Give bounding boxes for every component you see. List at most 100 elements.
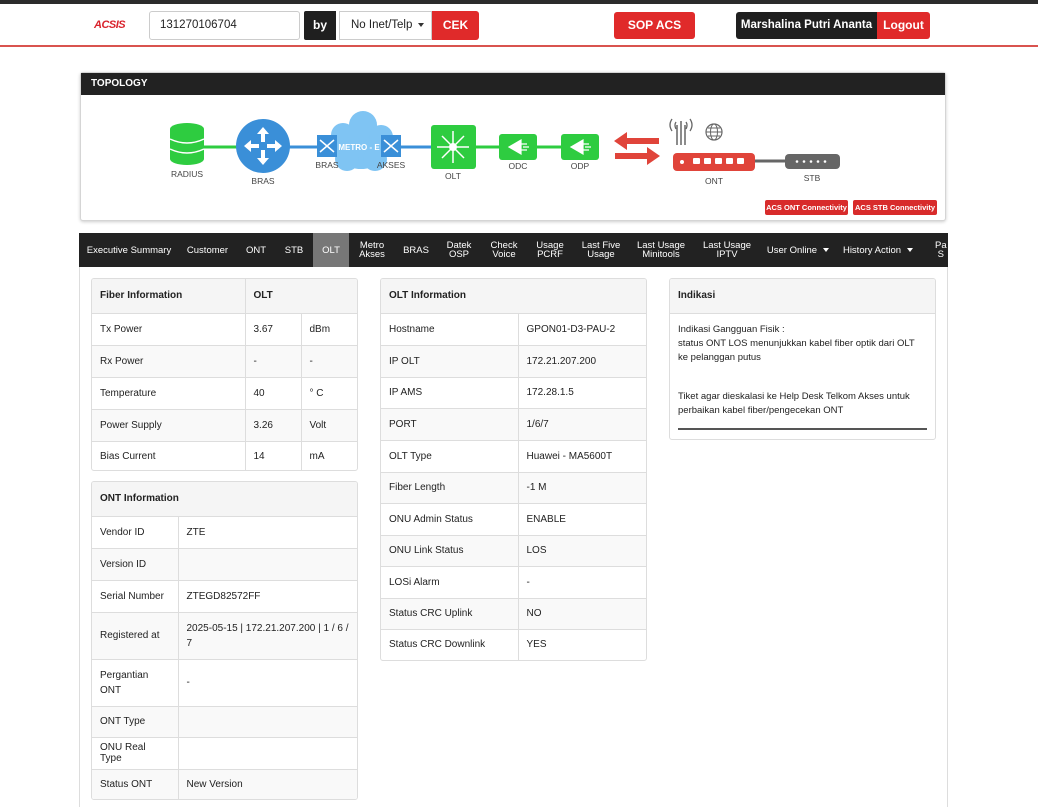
tab-usage-pcrf[interactable]: Usage PCRF [527, 233, 573, 267]
fiber-info-table: Fiber Information OLT Tx Power 3.67 dBm … [92, 279, 357, 470]
table-row: Version ID [92, 547, 357, 580]
tab-overflow[interactable]: Pa S [925, 233, 948, 267]
bidirectional-arrow-icon [614, 132, 660, 165]
table-row: Status CRC Downlink YES [381, 628, 646, 660]
fiber-label: Power Supply [92, 408, 245, 441]
tab-history-action[interactable]: History Action [835, 233, 921, 267]
tab-user-online[interactable]: User Online [761, 233, 835, 267]
olt-label: Hostname [389, 323, 435, 335]
acs-ont-connectivity-button[interactable]: ACS ONT Connectivity [765, 200, 848, 215]
table-row: IP AMS 172.28.1.5 [381, 376, 646, 408]
olt-value: 172.28.1.5 [517, 376, 646, 408]
fiber-unit: mA [300, 440, 357, 470]
odc-icon [499, 134, 537, 160]
olt-value: Huawei - MA5600T [517, 439, 646, 472]
fiber-unit: dBm [300, 312, 357, 345]
tab-last-usage-minitools[interactable]: Last Usage Minitools [629, 233, 693, 267]
olt-value: -1 M [517, 471, 646, 503]
odp-icon [561, 134, 599, 160]
router-icon [236, 119, 290, 173]
logout-button[interactable]: Logout [877, 12, 930, 39]
tab-stb[interactable]: STB [276, 233, 312, 267]
olt-label: LOSi Alarm [381, 565, 518, 598]
tab-bar: Executive Summary Customer ONT STB OLT M… [79, 233, 948, 267]
ont-label: ONU Real Type [92, 736, 178, 769]
radius-label: RADIUS [171, 169, 203, 179]
indikasi-body: Indikasi Gangguan Fisik : status ONT LOS… [670, 314, 935, 439]
olt-label: PORT [381, 407, 518, 440]
acs-stb-connectivity-button[interactable]: ACS STB Connectivity [853, 200, 937, 215]
ont-label: Status ONT [92, 768, 178, 799]
tab-last-usage-iptv[interactable]: Last Usage IPTV [693, 233, 761, 267]
search-mode-select[interactable]: No Inet/Telp [339, 11, 432, 40]
ont-label: ONT [705, 176, 723, 186]
fiber-info-header: Fiber Information [92, 279, 245, 313]
olt-label: Status CRC Downlink [381, 628, 518, 660]
table-row: Status CRC Uplink NO [381, 597, 646, 629]
indikasi-panel: Indikasi Indikasi Gangguan Fisik : statu… [669, 278, 936, 440]
fiber-value: 3.67 [244, 312, 301, 345]
olt-value: 172.21.207.200 [517, 344, 646, 377]
bras2-label: BRAS [315, 160, 338, 170]
olt-icon [431, 125, 476, 169]
topology-panel: TOPOLOGY RADIUS BRAS METRO - E BRAS AKSE… [80, 72, 946, 221]
globe-icon [705, 123, 723, 141]
ont-value: - [177, 658, 357, 706]
database-icon [169, 123, 205, 165]
ont-value: New Version [177, 768, 357, 799]
olt-value: GPON01-D3-PAU-2 [517, 314, 646, 345]
olt-label: Fiber Length [381, 471, 518, 503]
fiber-info-panel: Fiber Information OLT Tx Power 3.67 dBm … [91, 278, 358, 471]
tab-bras[interactable]: BRAS [395, 233, 437, 267]
topology-title: TOPOLOGY [81, 73, 945, 95]
table-row: OLT Type Huawei - MA5600T [381, 439, 646, 472]
olt-value: NO [517, 597, 646, 629]
tab-check-voice[interactable]: Check Voice [481, 233, 527, 267]
olt-value: LOS [517, 534, 646, 566]
tab-olt[interactable]: OLT [313, 233, 349, 267]
odp-label: ODP [571, 161, 590, 171]
ont-value: ZTE [177, 517, 357, 548]
odc-label: ODC [509, 161, 528, 171]
indikasi-heading: Indikasi Gangguan Fisik : [678, 324, 785, 335]
search-input[interactable]: 131270106704 [149, 11, 300, 40]
ont-router-icon [673, 153, 755, 171]
tab-last-five-usage[interactable]: Last Five Usage [573, 233, 629, 267]
table-row: Pergantian ONT - [92, 658, 357, 706]
fiber-unit: Volt [300, 408, 357, 441]
sop-acs-button[interactable]: SOP ACS [614, 12, 695, 39]
fiber-olt-header: OLT [244, 279, 357, 313]
chevron-down-icon [907, 248, 914, 252]
indikasi-title: Indikasi [670, 279, 935, 314]
tab-customer[interactable]: Customer [179, 233, 236, 267]
olt-label: ONU Admin Status [381, 502, 518, 535]
table-row: ONU Link Status LOS [381, 534, 646, 566]
fiber-label: Bias Current [92, 440, 245, 470]
tab-ont[interactable]: ONT [236, 233, 276, 267]
tab-executive-summary[interactable]: Executive Summary [79, 233, 179, 267]
olt-label: Status CRC Uplink [381, 597, 518, 629]
olt-value: ENABLE [517, 502, 646, 535]
fiber-label: Rx Power [92, 344, 245, 377]
tab-datek-osp[interactable]: Datek OSP [437, 233, 481, 267]
olt-label: IP AMS [381, 376, 518, 408]
ont-info-title: ONT Information [92, 482, 357, 517]
table-row: ONT Type [92, 705, 357, 737]
olt-label: OLT [445, 171, 461, 181]
ont-label: Serial Number [92, 579, 178, 612]
ont-value [177, 547, 357, 580]
fiber-unit: ° C [300, 376, 357, 409]
table-row: IP OLT 172.21.207.200 [381, 344, 646, 377]
tab-metro-akses[interactable]: Metro Akses [349, 233, 395, 267]
table-row: Hostname GPON01-D3-PAU-2 [381, 314, 646, 345]
ont-label: Vendor ID [100, 526, 145, 538]
user-name: Marshalina Putri Ananta [736, 12, 877, 39]
wifi-icon [669, 118, 693, 145]
chevron-down-icon [823, 248, 830, 252]
divider [678, 428, 927, 430]
cek-button[interactable]: CEK [432, 11, 479, 40]
table-row: LOSi Alarm - [381, 565, 646, 598]
ont-value [177, 736, 357, 769]
table-row: Tx Power 3.67 dBm [92, 312, 357, 345]
app-logo[interactable]: ACSIS [94, 19, 126, 31]
